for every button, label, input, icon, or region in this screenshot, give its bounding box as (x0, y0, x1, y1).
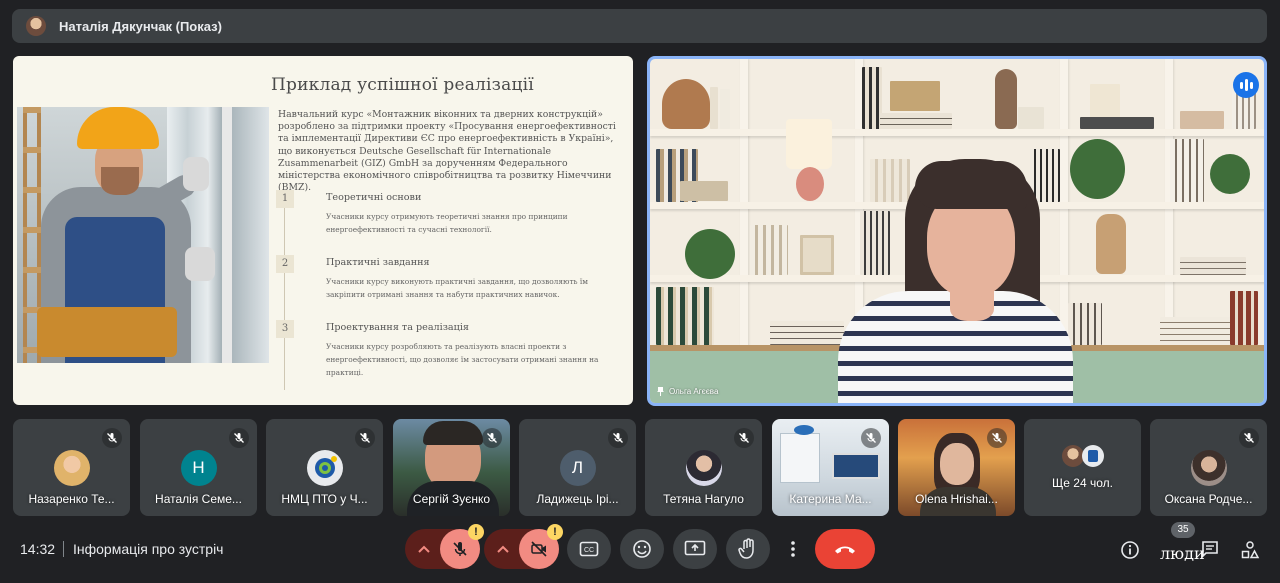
participant-name: Назаренко Те... (28, 492, 115, 506)
participant-name: Ладижець Ірі... (536, 492, 619, 506)
camera-control: ! (484, 524, 563, 569)
step-title: Проектування та реалізація (326, 322, 469, 333)
raise-hand-icon (738, 538, 754, 559)
participant-name: Наталія Семе... (155, 492, 242, 506)
camera-options-chevron-icon[interactable] (484, 529, 521, 569)
mic-warning-badge: ! (468, 524, 484, 540)
participant-tile[interactable]: Сергій Зуєнко (393, 419, 510, 516)
mic-off-icon (608, 428, 628, 448)
more-options-button[interactable] (781, 529, 805, 569)
mic-off-icon (102, 428, 122, 448)
participant-avatar: Л (559, 450, 596, 486)
reactions-button[interactable] (620, 529, 664, 569)
participant-name: НМЦ ПТО у Ч... (281, 492, 368, 506)
mic-options-chevron-icon[interactable] (405, 529, 442, 569)
slide-intro: Навчальний курс «Монтажник віконних та д… (278, 109, 616, 194)
slide-photo (17, 107, 269, 363)
participant-tile[interactable]: Л Ладижець Ірі... (519, 419, 636, 516)
activities-icon (1241, 541, 1260, 559)
presenter-name: Наталія Дякунчак (Показ) (59, 18, 222, 34)
mic-off-icon (482, 428, 502, 448)
participant-avatar (53, 450, 90, 486)
present-screen-icon (684, 540, 706, 556)
presenter-bar: Наталія Дякунчак (Показ) (12, 9, 1267, 43)
meeting-info-link[interactable]: Інформація про зустріч (73, 541, 223, 557)
step-description: Учасники курсу отримують теоретичні знан… (326, 212, 568, 234)
step-number: 1 (276, 190, 294, 208)
captions-icon: CC (579, 541, 599, 557)
mic-off-icon (355, 428, 375, 448)
people-button[interactable]: люди (1160, 544, 1205, 563)
mic-off-icon (229, 428, 249, 448)
participant-avatar (1190, 450, 1227, 486)
speaking-indicator-icon (1233, 72, 1259, 98)
more-participants-label: Ще 24 чол. (1052, 476, 1113, 490)
participant-tile[interactable]: Н Наталія Семе... (140, 419, 257, 516)
participant-tile[interactable]: Оксана Родче... (1150, 419, 1267, 516)
people-count-badge: 35 (1171, 522, 1195, 538)
activities-button[interactable] (1237, 537, 1263, 563)
participant-name: Сергій Зуєнко (412, 492, 491, 506)
present-screen-button[interactable] (673, 529, 717, 569)
participant-avatar (1082, 445, 1104, 467)
more-participants-tile[interactable]: Ще 24 чол. (1024, 419, 1141, 516)
participant-name: Тетяна Нагуло (663, 492, 744, 506)
mic-off-icon (734, 428, 754, 448)
participant-name: Катерина Ма... (789, 492, 872, 506)
info-icon (1121, 541, 1139, 559)
participant-tile[interactable]: Тетяна Нагуло (645, 419, 762, 516)
step-number: 2 (276, 255, 294, 273)
participant-tile[interactable]: Назаренко Те... (13, 419, 130, 516)
mic-off-icon (453, 542, 467, 556)
speaker-name: Ольга Агєєва (669, 386, 719, 396)
mic-off-icon (861, 428, 881, 448)
microphone-control: ! (405, 524, 484, 569)
camera-warning-badge: ! (547, 524, 563, 540)
leave-call-button[interactable] (815, 529, 875, 569)
participant-name: Olena Hrishai... (915, 492, 998, 506)
gear-logo-icon (306, 450, 343, 486)
captions-button[interactable]: CC (567, 529, 611, 569)
participant-tile[interactable]: Катерина Ма... (772, 419, 889, 516)
step-number: 3 (276, 320, 294, 338)
meeting-time: 14:32 (20, 541, 56, 557)
slide-title: Приклад успішної реалізації (271, 75, 534, 95)
more-vert-icon (791, 541, 795, 557)
raise-hand-button[interactable] (726, 529, 770, 569)
participant-tile[interactable]: НМЦ ПТО у Ч... (266, 419, 383, 516)
meeting-details-button[interactable] (1117, 537, 1143, 563)
divider (63, 541, 64, 557)
svg-text:CC: CC (584, 547, 594, 554)
step-description: Учасники курсу виконують практичні завда… (326, 277, 589, 299)
step-description: Учасники курсу розробляють та реалізують… (326, 342, 599, 377)
shared-slide: Приклад успішної реалізації Навчальний к… (13, 56, 633, 405)
mic-off-icon (987, 428, 1007, 448)
active-speaker-tile[interactable]: Ольга Агєєва (647, 56, 1267, 406)
step-title: Практичні завдання (326, 257, 430, 268)
pin-icon (657, 387, 664, 396)
camera-off-icon (531, 541, 547, 557)
presenter-avatar (26, 16, 46, 36)
mic-off-icon (1239, 428, 1259, 448)
participant-avatar (1062, 445, 1084, 467)
speaker-label: Ольга Агєєва (656, 386, 718, 396)
participant-name: Оксана Родче... (1164, 492, 1253, 506)
emoji-icon (633, 540, 651, 558)
participant-avatar: Н (180, 450, 217, 486)
step-title: Теоретичні основи (326, 192, 422, 203)
participant-avatar (685, 450, 722, 486)
hang-up-icon (835, 546, 855, 554)
participant-tile[interactable]: Olena Hrishai... (898, 419, 1015, 516)
